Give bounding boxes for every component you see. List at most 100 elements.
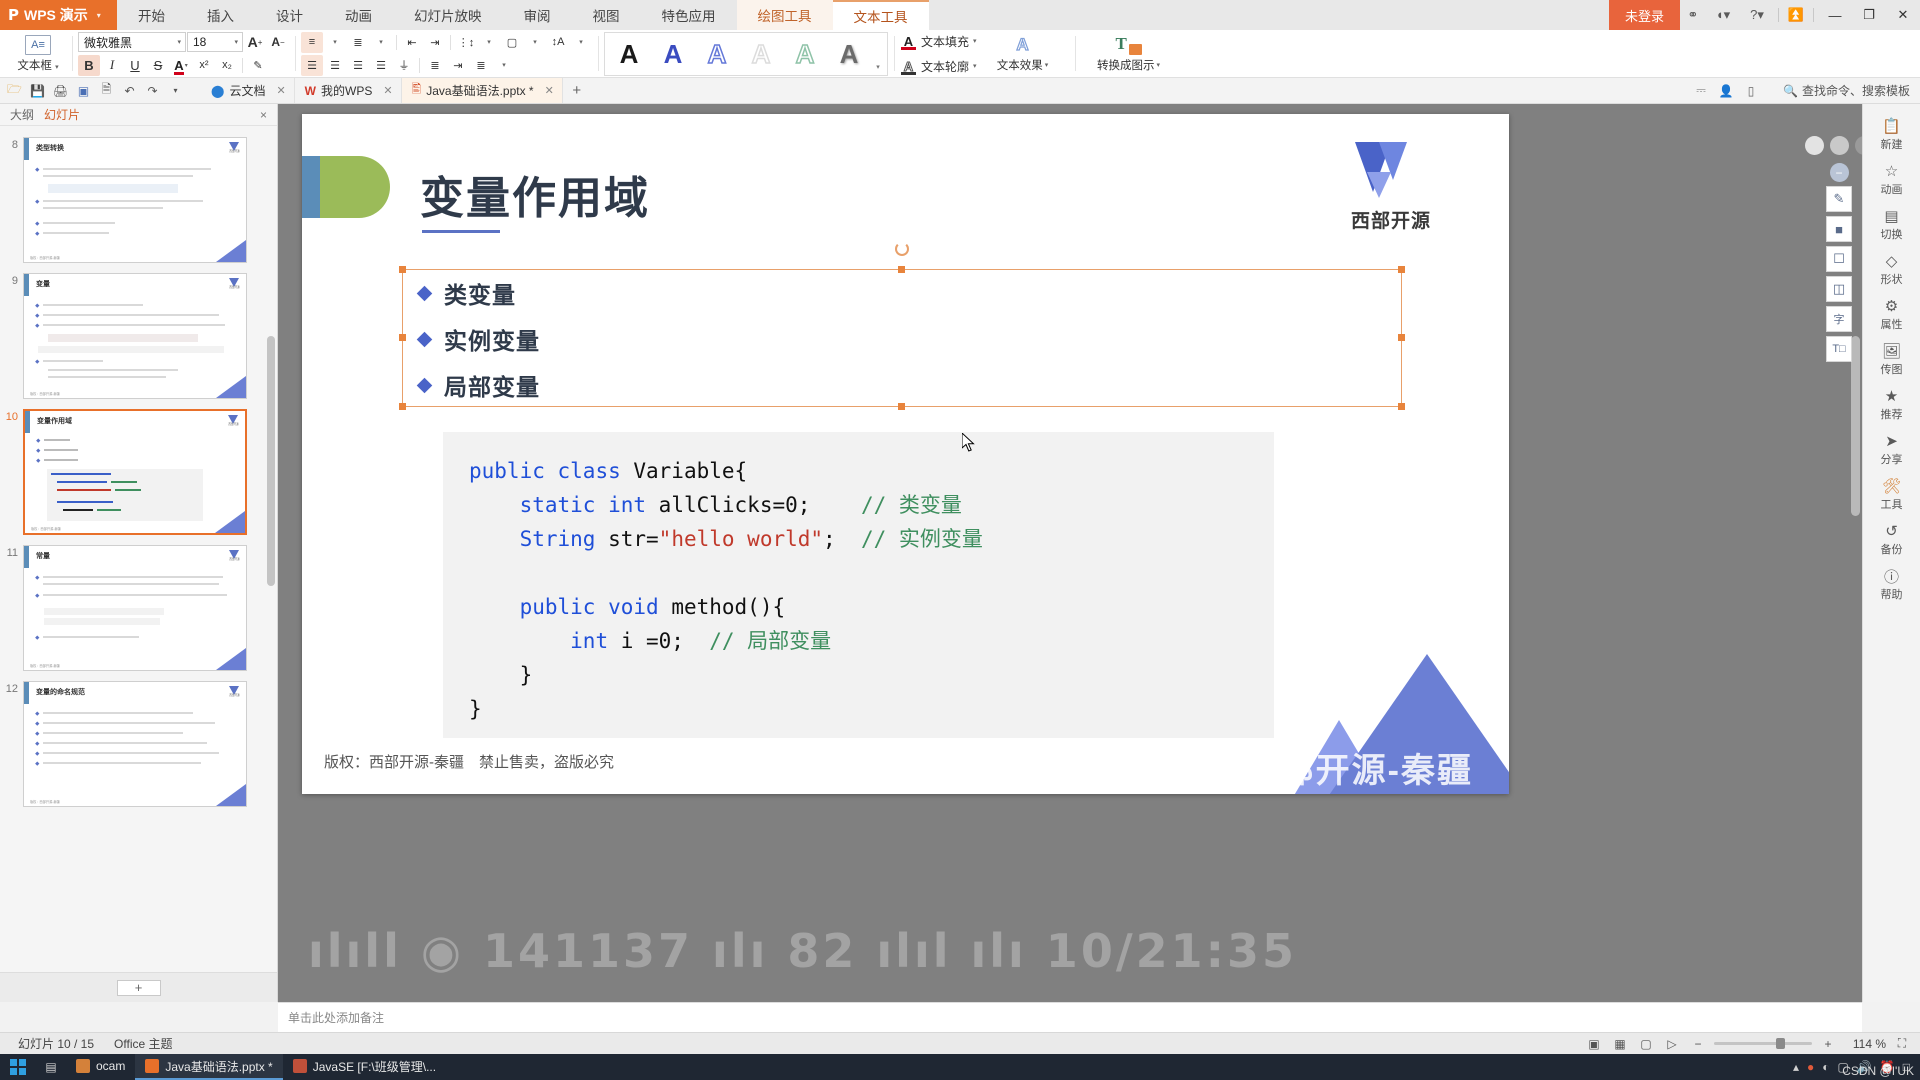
chevron-down-icon[interactable]: ▾ (1157, 61, 1161, 69)
gallery-more-icon[interactable]: ▾ (871, 34, 885, 74)
doc-tab-cloud[interactable]: ⬤ 云文档 ✕ (201, 78, 295, 103)
list-item[interactable]: 9 变量 西部开源 版权：西部开源-秦疆 (0, 268, 277, 404)
resize-handle-bottom-left[interactable] (399, 403, 406, 410)
list-item[interactable]: 类变量 (403, 270, 1401, 316)
network-icon[interactable]: ◐ (1822, 1060, 1829, 1074)
print-preview-icon[interactable]: ▣ (73, 80, 94, 101)
font-size-combo[interactable]: 18 ▾ (187, 32, 243, 52)
chevron-down-icon[interactable]: ▾ (493, 55, 515, 76)
underline-button[interactable]: U (124, 55, 146, 76)
rotate-handle[interactable] (895, 242, 909, 256)
add-slide-button[interactable]: + (116, 979, 161, 996)
clear-format-icon[interactable]: ✎ (247, 55, 269, 76)
resize-handle-top-right[interactable] (1398, 266, 1405, 273)
wordart-style-1[interactable]: A (607, 34, 651, 74)
close-icon[interactable]: ✕ (383, 84, 392, 97)
wordart-style-6[interactable]: A (827, 34, 871, 74)
menu-tab-featured-apps[interactable]: 特色应用 (641, 0, 737, 30)
shield-icon[interactable]: ⚭ (1680, 0, 1706, 30)
reading-view-icon[interactable]: ▢ (1636, 1036, 1656, 1052)
chevron-down-icon[interactable]: ▾ (1045, 61, 1049, 69)
rail-item-transition[interactable]: ▤ 切换 (1866, 202, 1918, 246)
menu-tab-text-tools[interactable]: 文本工具 (832, 0, 929, 30)
rail-item-backup[interactable]: ↺ 备份 (1866, 517, 1918, 561)
align-center-button[interactable]: ☰ (324, 55, 346, 76)
chevron-down-icon[interactable]: ▾ (524, 32, 546, 53)
paragraph-spacing-button[interactable]: ≣ (424, 55, 446, 76)
normal-view-icon[interactable]: ▣ (1584, 1036, 1604, 1052)
doc-tab-presentation[interactable]: 🖺 Java基础语法.pptx * ✕ (401, 78, 563, 103)
rail-item-animation[interactable]: ☆ 动画 (1866, 157, 1918, 201)
login-status-button[interactable]: 未登录 (1608, 0, 1680, 30)
menu-tab-view[interactable]: 视图 (572, 0, 641, 30)
bold-button[interactable]: B (78, 54, 100, 76)
search-command-box[interactable]: 🔍 查找命令、搜索模板 (1777, 82, 1910, 99)
sorter-view-icon[interactable]: ▦ (1610, 1036, 1630, 1052)
color-swatch-mid[interactable] (1829, 136, 1849, 155)
task-view-icon[interactable]: ▤ (36, 1054, 66, 1080)
scrollbar-thumb[interactable] (267, 336, 275, 586)
subscript-button[interactable]: x₂ (216, 55, 238, 76)
slide-thumbnail-list[interactable]: 8 类型转换 西部开源 版权：西部开源-秦疆 9 变量 西部开源 版权：西部开源… (0, 126, 277, 972)
start-button[interactable] (0, 1054, 36, 1080)
resize-handle-top-left[interactable] (399, 266, 406, 273)
chevron-down-icon[interactable]: ▾ (185, 62, 188, 69)
close-icon[interactable]: ✕ (276, 84, 285, 97)
restore-button[interactable]: ❐ (1852, 0, 1886, 30)
increase-font-size-button[interactable]: A + (244, 32, 266, 53)
zoom-out-button[interactable]: − (1688, 1036, 1708, 1052)
wps-cloud-icon[interactable]: ◖▾ (1706, 0, 1740, 30)
wordart-style-4[interactable]: A (739, 34, 783, 74)
upload-icon[interactable]: ⏫ (1783, 0, 1809, 30)
color-swatch-light[interactable] (1804, 136, 1824, 155)
resize-handle-bottom-center[interactable] (898, 403, 905, 410)
code-block[interactable]: public class Variable{ static int allCli… (443, 432, 1274, 738)
word-icon[interactable]: 字 (1826, 306, 1852, 332)
resize-handle-middle-left[interactable] (399, 334, 406, 341)
taskbar-item-idea[interactable]: JavaSE [F:\班级管理\... (283, 1054, 446, 1080)
rail-item-new[interactable]: 📋 新建 (1866, 112, 1918, 156)
rail-item-media[interactable]: 🖼 传图 (1866, 337, 1918, 381)
rail-item-share[interactable]: ➤ 分享 (1866, 427, 1918, 471)
chevron-down-icon[interactable]: ▾ (97, 11, 101, 20)
help-icon[interactable]: ?▾ (1740, 0, 1774, 30)
textbox-button[interactable]: A≡ 文本框 ▾ (10, 30, 66, 77)
collaborate-icon[interactable]: 👤 (1715, 81, 1737, 101)
eraser-icon[interactable]: ■ (1826, 216, 1852, 242)
superscript-button[interactable]: x² (193, 55, 215, 76)
text-fill-button[interactable]: A 文本填充 ▾ (900, 31, 977, 52)
close-button[interactable]: ✕ (1886, 0, 1920, 30)
smartart-icon[interactable]: T□ (1826, 336, 1852, 362)
menu-tab-animation[interactable]: 动画 (324, 0, 393, 30)
chevron-down-icon[interactable]: ▾ (165, 80, 186, 101)
undo-icon[interactable]: ↶ (119, 80, 140, 101)
minimize-button[interactable]: — (1818, 0, 1852, 30)
save-icon[interactable]: 💾 (27, 80, 48, 101)
font-color-button[interactable]: A ▾ (170, 55, 192, 76)
tab-outline[interactable]: 大纲 (10, 106, 34, 123)
resize-handle-middle-right[interactable] (1398, 334, 1405, 341)
increase-para-indent-button[interactable]: ⇥ (447, 55, 469, 76)
taskbar-item-wps[interactable]: Java基础语法.pptx * (135, 1054, 283, 1080)
wordart-style-5[interactable]: A (783, 34, 827, 74)
chevron-down-icon[interactable]: ▾ (324, 32, 346, 53)
fit-to-window-icon[interactable]: ⛶ (1892, 1036, 1912, 1052)
chevron-up-icon[interactable]: ▴ (1793, 1060, 1799, 1074)
chevron-down-icon[interactable]: ▾ (370, 32, 392, 53)
open-icon[interactable]: 🗁 (4, 80, 25, 101)
text-direction-button[interactable]: ▢ (501, 32, 523, 53)
font-name-combo[interactable]: 微软雅黑 ▾ (78, 32, 186, 52)
menu-tab-review[interactable]: 审阅 (503, 0, 572, 30)
current-slide[interactable]: 变量作用域 西部开源 类变量 实例变量 局部变量 public class Va… (302, 114, 1509, 794)
selected-textbox[interactable]: 类变量 实例变量 局部变量 (399, 242, 1405, 410)
zoom-knob[interactable] (1776, 1038, 1785, 1049)
menu-tab-drawing-tools[interactable]: 绘图工具 (736, 0, 833, 30)
notes-pane[interactable]: 单击此处添加备注 (278, 1002, 1862, 1032)
comment-icon[interactable]: ▯ (1740, 81, 1762, 101)
redo-icon[interactable]: ↷ (142, 80, 163, 101)
text-outline-button[interactable]: A 文本轮廓 ▾ (900, 56, 977, 77)
resize-handle-top-center[interactable] (898, 266, 905, 273)
list-item[interactable]: 11 常量 西部开源 版权：西部开源-秦疆 (0, 540, 277, 676)
align-left-button[interactable]: ☰ (301, 54, 323, 76)
align-text-button[interactable]: ↕A (547, 32, 569, 53)
